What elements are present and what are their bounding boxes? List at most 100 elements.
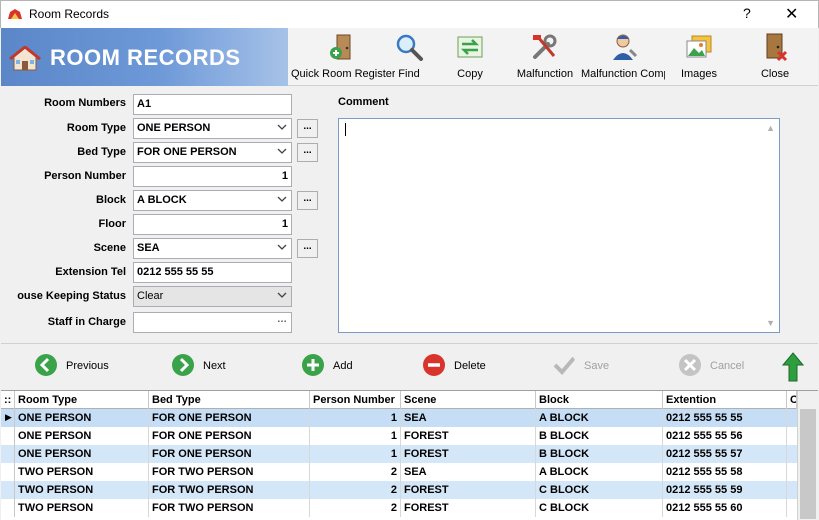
room-type-select[interactable]: ONE PERSON [133, 118, 292, 139]
window-close-button[interactable]: ✕ [785, 4, 798, 24]
malfunction-comp-button[interactable]: Malfunction Comp [581, 28, 665, 86]
images-icon [686, 35, 712, 58]
arrow-up-icon[interactable] [782, 352, 804, 382]
technician-icon [613, 34, 638, 60]
table-row[interactable]: ONE PERSON FOR ONE PERSON 1 FOREST B BLO… [1, 445, 797, 463]
room-numbers-label: Room Numbers [44, 97, 126, 109]
cell-block: B BLOCK [536, 445, 663, 463]
delete-button[interactable]: Delete [422, 352, 492, 380]
arrow-left-icon [35, 354, 57, 376]
copy-button[interactable]: Copy [450, 28, 490, 86]
col-room-type[interactable]: Room Type [15, 391, 149, 409]
chevron-down-icon [277, 196, 287, 202]
col-extention[interactable]: Extention [663, 391, 787, 409]
cell-block: B BLOCK [536, 427, 663, 445]
person-number-input[interactable]: 1 [133, 166, 292, 187]
cell-block: C BLOCK [536, 481, 663, 499]
table-row[interactable]: ONE PERSON FOR ONE PERSON 1 FOREST B BLO… [1, 427, 797, 445]
cell-room-type: ONE PERSON [15, 427, 149, 445]
room-type-label: Room Type [66, 122, 126, 134]
cell-bed-type: FOR TWO PERSON [149, 499, 310, 517]
cell-bed-type: FOR TWO PERSON [149, 463, 310, 481]
block-select[interactable]: A BLOCK [133, 190, 292, 211]
help-button[interactable]: ? [743, 5, 751, 21]
browse-icon[interactable]: … [277, 314, 287, 325]
row-indicator-icon: ▶ [1, 409, 15, 427]
previous-button[interactable]: Previous [34, 352, 124, 380]
toolbar-label: Copy [457, 68, 483, 80]
floor-input[interactable]: 1 [133, 214, 292, 235]
plus-icon [302, 354, 324, 376]
malfunction-button[interactable]: Malfunction [513, 28, 577, 86]
exit-door-icon [766, 33, 788, 62]
chevron-down-icon [277, 148, 287, 154]
bed-type-label: Bed Type [77, 146, 126, 158]
save-label: Save [584, 360, 610, 372]
next-label: Next [203, 360, 226, 372]
cell-scene: FOREST [401, 481, 536, 499]
table-row[interactable]: TWO PERSON FOR TWO PERSON 2 FOREST C BLO… [1, 499, 797, 517]
house-icon [9, 46, 41, 71]
rooms-grid: :: Room Type Bed Type Person Number Scen… [1, 390, 818, 520]
cancel-label: Cancel [710, 360, 745, 372]
cell-scene: SEA [401, 463, 536, 481]
table-row[interactable]: TWO PERSON FOR TWO PERSON 2 SEA A BLOCK … [1, 463, 797, 481]
block-label: Block [96, 194, 126, 206]
col-bed-type[interactable]: Bed Type [149, 391, 310, 409]
close-button[interactable]: Close [755, 28, 795, 86]
col-scene[interactable]: Scene [401, 391, 536, 409]
comment-textarea[interactable]: ▲ ▼ [338, 118, 780, 333]
grid-vertical-scrollbar[interactable] [797, 391, 818, 520]
save-button[interactable]: Save [552, 352, 614, 380]
next-button[interactable]: Next [171, 352, 241, 380]
window-title: Room Records [29, 7, 110, 21]
delete-label: Delete [454, 360, 486, 372]
table-row[interactable]: TWO PERSON FOR TWO PERSON 2 FOREST C BLO… [1, 481, 797, 499]
toolbar-label: Quick Room Register [291, 68, 395, 80]
col-person-number[interactable]: Person Number [310, 391, 401, 409]
previous-label: Previous [66, 360, 109, 372]
cell-scene: FOREST [401, 499, 536, 517]
cell-block: A BLOCK [536, 409, 663, 427]
cell-scene: SEA [401, 409, 536, 427]
grid-corner[interactable]: :: [1, 391, 15, 409]
toolbar-label: Close [760, 68, 790, 80]
cell-scene: FOREST [401, 427, 536, 445]
comment-label: Comment [338, 96, 389, 108]
room-numbers-input[interactable]: A1 [133, 94, 292, 115]
scroll-up-icon[interactable]: ▲ [766, 123, 775, 133]
scroll-down-icon[interactable]: ▼ [766, 318, 775, 328]
col-c[interactable]: C [787, 391, 797, 409]
cell-extention: 0212 555 55 57 [663, 445, 787, 463]
text-caret [345, 123, 346, 136]
images-button[interactable]: Images [679, 28, 719, 86]
chevron-down-icon [277, 244, 287, 250]
cancel-button[interactable]: Cancel [678, 352, 748, 380]
find-button[interactable]: Find [389, 28, 429, 86]
row-indicator [1, 463, 15, 481]
bed-type-more-button[interactable]: ... [297, 143, 318, 162]
block-more-button[interactable]: ... [297, 191, 318, 210]
scene-more-button[interactable]: ... [297, 239, 318, 258]
cell-extention: 0212 555 55 56 [663, 427, 787, 445]
scene-value: SEA [137, 242, 160, 254]
house-keeping-status-select[interactable]: Clear [133, 286, 292, 307]
scene-select[interactable]: SEA [133, 238, 292, 259]
scrollbar-thumb[interactable] [800, 409, 816, 519]
row-indicator [1, 499, 15, 517]
magnifier-icon [396, 34, 423, 61]
extension-tel-input[interactable]: 0212 555 55 55 [133, 262, 292, 283]
house-keeping-status-label: ouse Keeping Status [17, 290, 126, 302]
staff-in-charge-input[interactable]: … [133, 312, 292, 333]
col-block[interactable]: Block [536, 391, 663, 409]
staff-in-charge-label: Staff in Charge [47, 316, 126, 328]
toolbar-label: Images [680, 68, 718, 80]
room-form: Room Numbers A1 Room Type ONE PERSON ...… [1, 87, 818, 343]
quick-room-register-button[interactable]: Quick Room Register [291, 28, 395, 86]
cell-bed-type: FOR ONE PERSON [149, 427, 310, 445]
add-button[interactable]: Add [301, 352, 361, 380]
bed-type-select[interactable]: FOR ONE PERSON [133, 142, 292, 163]
extension-tel-label: Extension Tel [55, 266, 126, 278]
table-row[interactable]: ▶ ONE PERSON FOR ONE PERSON 1 SEA A BLOC… [1, 409, 797, 427]
room-type-more-button[interactable]: ... [297, 119, 318, 138]
